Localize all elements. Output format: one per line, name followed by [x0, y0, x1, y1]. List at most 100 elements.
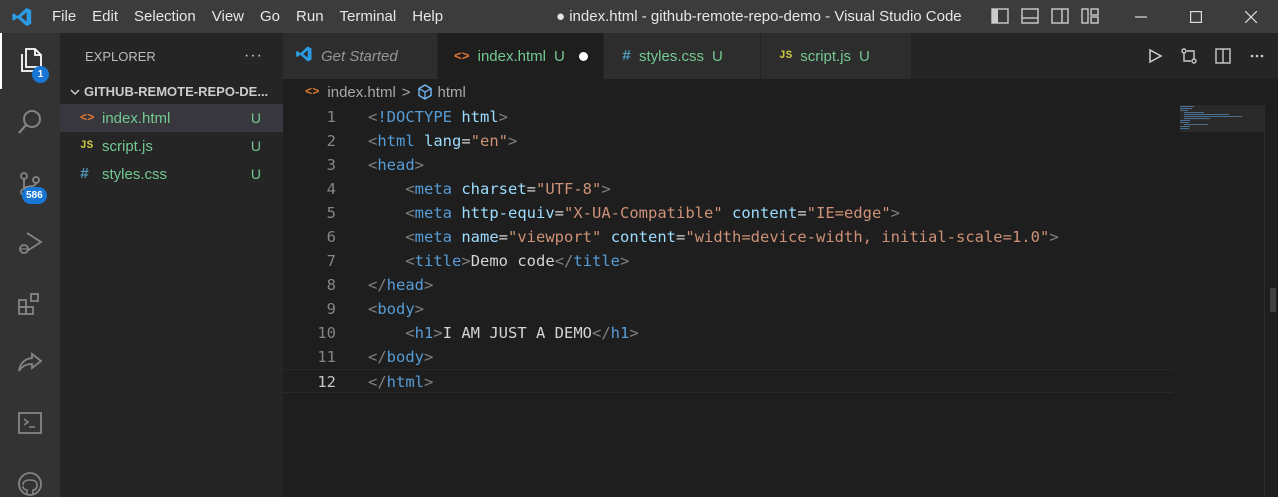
line-number: 3	[326, 156, 336, 174]
explorer-sidebar: EXPLORER ··· GITHUB-REMOTE-REPO-DE... <>…	[60, 33, 283, 497]
js-file-icon: JS	[779, 50, 793, 62]
untracked-status: U	[859, 47, 870, 65]
code-line[interactable]: 3 <head>	[283, 153, 1173, 177]
window-controls	[1113, 0, 1278, 33]
menu-help[interactable]: Help	[404, 0, 451, 33]
menu-run[interactable]: Run	[288, 0, 332, 33]
scrollbar-thumb[interactable]	[1270, 288, 1276, 312]
run-icon[interactable]	[1144, 45, 1166, 67]
code-line[interactable]: 7 <title>Demo code</title>	[283, 249, 1173, 273]
line-number: 9	[326, 300, 336, 318]
code-line[interactable]: 11 </body>	[283, 345, 1173, 369]
code-line[interactable]: 9 <body>	[283, 297, 1173, 321]
customize-layout-icon[interactable]	[1080, 6, 1100, 26]
css-file-icon: #	[80, 165, 90, 183]
line-number: 5	[326, 204, 336, 222]
minimap[interactable]	[1180, 105, 1265, 145]
compare-changes-icon[interactable]	[1178, 45, 1200, 67]
code-line[interactable]: 5 <meta http-equiv="X-UA-Compatible" con…	[283, 201, 1173, 225]
code-text: </head>	[368, 276, 434, 294]
untracked-status: U	[250, 138, 261, 154]
title-bar: File Edit Selection View Go Run Terminal…	[0, 0, 1278, 33]
untracked-status: U	[250, 166, 261, 182]
code-line[interactable]: 12 </html>	[283, 369, 1173, 393]
code-line[interactable]: 10 <h1>I AM JUST A DEMO</h1>	[283, 321, 1173, 345]
more-actions-icon[interactable]	[1246, 45, 1268, 67]
line-number: 7	[326, 252, 336, 270]
file-item-styles-css[interactable]: # styles.css U	[60, 160, 283, 188]
editor-actions	[1144, 33, 1268, 79]
code-text: <head>	[368, 156, 425, 174]
vscode-logo-icon[interactable]	[0, 0, 44, 33]
more-actions-icon[interactable]: ···	[244, 47, 263, 65]
css-file-icon: #	[622, 47, 632, 65]
vertical-scrollbar[interactable]	[1264, 105, 1278, 497]
code-text: <!DOCTYPE html>	[368, 108, 509, 126]
file-name: styles.css	[102, 165, 168, 183]
terminal-activity[interactable]	[0, 396, 60, 452]
terminal-icon	[16, 409, 44, 440]
menu-file[interactable]: File	[44, 0, 84, 33]
file-item-index-html[interactable]: <> index.html U	[60, 104, 283, 132]
menu-go[interactable]: Go	[252, 0, 288, 33]
file-item-script-js[interactable]: JS script.js U	[60, 132, 283, 160]
explorer-activity[interactable]: 1	[0, 33, 60, 89]
github-icon	[16, 470, 44, 497]
line-number: 2	[326, 132, 336, 150]
github-activity[interactable]	[0, 457, 60, 497]
search-activity[interactable]	[0, 95, 60, 151]
menu-view[interactable]: View	[204, 0, 252, 33]
maximize-button[interactable]	[1168, 0, 1223, 33]
tab-get-started[interactable]: Get Started	[283, 33, 438, 79]
code-text: <meta charset="UTF-8">	[405, 180, 611, 198]
code-line[interactable]: 6 <meta name="viewport" content="width=d…	[283, 225, 1173, 249]
menu-bar: File Edit Selection View Go Run Terminal…	[44, 0, 451, 33]
extensions-icon	[16, 290, 44, 321]
run-debug-icon	[16, 229, 44, 260]
search-icon	[16, 108, 44, 139]
untracked-status: U	[250, 110, 261, 126]
folder-header[interactable]: GITHUB-REMOTE-REPO-DE...	[60, 79, 283, 104]
tab-script-js[interactable]: JS script.js U	[761, 33, 912, 79]
close-window-button[interactable]	[1223, 0, 1278, 33]
source-control-activity[interactable]: 586	[0, 157, 60, 213]
code-line[interactable]: 8 </head>	[283, 273, 1173, 297]
run-debug-activity[interactable]	[0, 216, 60, 272]
tab-index-html[interactable]: <> index.html U	[438, 33, 604, 79]
code-line[interactable]: 1 <!DOCTYPE html>	[283, 105, 1173, 129]
extensions-activity[interactable]	[0, 277, 60, 333]
symbol-element-icon	[417, 84, 433, 100]
js-file-icon: JS	[80, 140, 94, 152]
split-editor-icon[interactable]	[1212, 45, 1234, 67]
line-number: 4	[326, 180, 336, 198]
toggle-primary-sidebar-icon[interactable]	[990, 6, 1010, 26]
toggle-secondary-sidebar-icon[interactable]	[1050, 6, 1070, 26]
code-editor[interactable]: 1 <!DOCTYPE html> 2 <html lang="en"> 3 <head>…	[283, 105, 1278, 497]
code-text: </html>	[368, 373, 434, 391]
minimize-button[interactable]	[1113, 0, 1168, 33]
breadcrumb-symbol[interactable]: html	[438, 84, 466, 101]
line-number: 10	[317, 324, 336, 342]
html-file-icon: <>	[454, 48, 470, 64]
scm-badge: 586	[22, 187, 47, 204]
code-line[interactable]: 4 <meta charset="UTF-8">	[283, 177, 1173, 201]
live-share-activity[interactable]	[0, 336, 60, 392]
menu-selection[interactable]: Selection	[126, 0, 204, 33]
toggle-panel-icon[interactable]	[1020, 6, 1040, 26]
tab-styles-css[interactable]: # styles.css U	[604, 33, 761, 79]
code-line[interactable]: 2 <html lang="en">	[283, 129, 1173, 153]
untracked-status: U	[712, 47, 723, 65]
layout-controls	[990, 6, 1100, 26]
folder-name: GITHUB-REMOTE-REPO-DE...	[84, 84, 269, 99]
file-name: script.js	[102, 137, 153, 155]
tab-label: script.js	[800, 47, 852, 65]
menu-edit[interactable]: Edit	[84, 0, 126, 33]
breadcrumb-file[interactable]: index.html	[327, 84, 395, 101]
html-file-icon: <>	[80, 111, 95, 125]
vscode-icon	[295, 45, 313, 67]
file-name: index.html	[102, 109, 171, 127]
unsaved-dot-icon[interactable]	[578, 51, 588, 61]
code-text: </body>	[368, 348, 434, 366]
untracked-status: U	[553, 47, 565, 65]
menu-terminal[interactable]: Terminal	[332, 0, 405, 33]
